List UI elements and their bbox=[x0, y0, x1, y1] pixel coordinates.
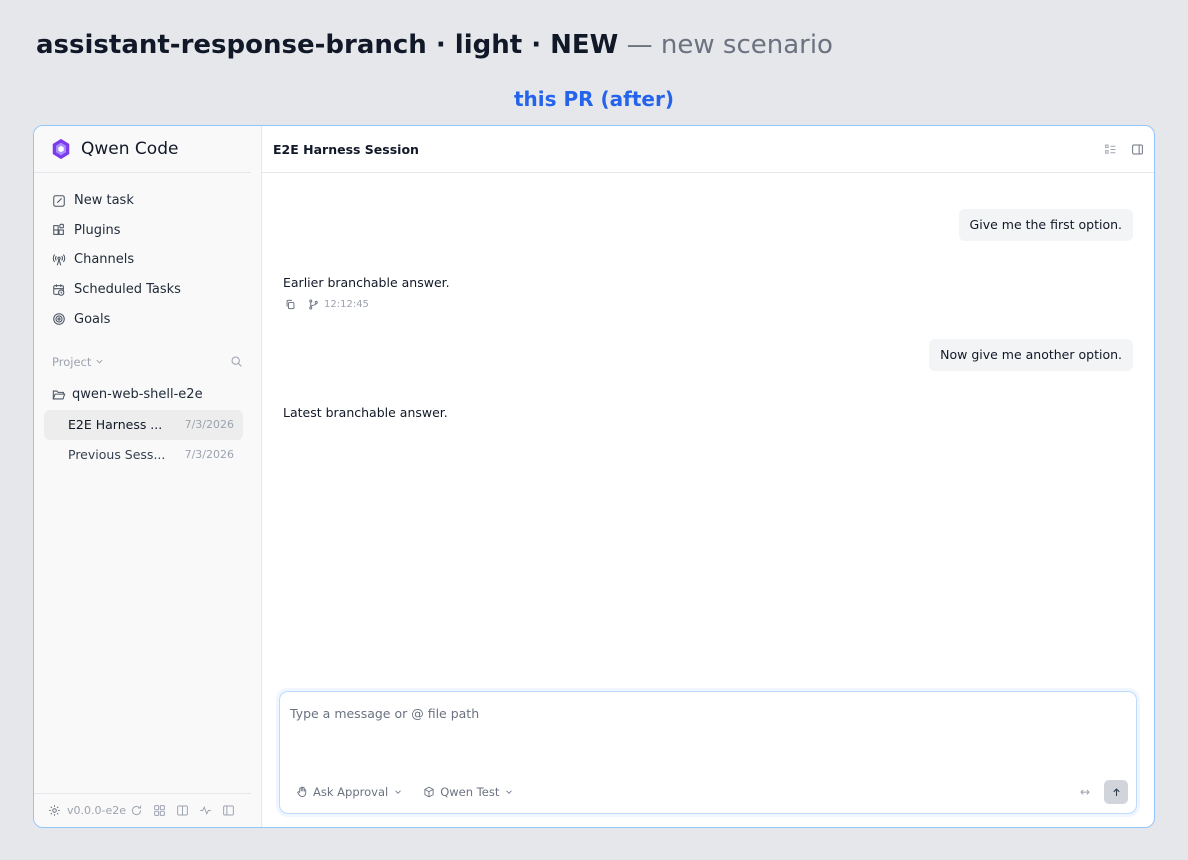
sidebar-item-goals[interactable]: Goals bbox=[34, 304, 261, 334]
hand-icon bbox=[297, 786, 307, 797]
chevron-down-icon bbox=[506, 790, 513, 794]
chat-header: E2E Harness Session bbox=[262, 126, 1154, 173]
chat-panel: E2E Harness Session Give me the first op… bbox=[262, 126, 1154, 827]
session-date: 7/3/2026 bbox=[184, 448, 234, 462]
target-icon bbox=[53, 313, 65, 325]
message-input[interactable] bbox=[290, 706, 1061, 746]
chevron-down-icon bbox=[395, 790, 401, 794]
session-date: 7/3/2026 bbox=[184, 418, 234, 432]
scenario-title: assistant-response-branch · light · NEW bbox=[36, 30, 619, 60]
message-composer: Ask Approval Qwen Test bbox=[279, 691, 1137, 814]
edit-icon bbox=[53, 195, 65, 207]
broadcast-icon bbox=[52, 254, 66, 266]
sidebar: Qwen Code New task Plugins Channels Sche… bbox=[34, 126, 262, 827]
user-message: Give me the first option. bbox=[958, 209, 1133, 241]
variant-label: this PR (after) bbox=[513, 87, 674, 111]
message-timestamp: 12:12:45 bbox=[324, 299, 369, 310]
folder-open-icon bbox=[52, 390, 66, 400]
approval-mode-dropdown[interactable]: Ask Approval bbox=[296, 785, 403, 799]
page-heading: assistant-response-branch · light · NEW … bbox=[36, 30, 833, 60]
project-section-header: Project bbox=[34, 348, 261, 376]
activity-icon bbox=[200, 806, 211, 815]
cube-icon bbox=[424, 786, 434, 798]
update-button[interactable] bbox=[130, 804, 143, 817]
copy-button[interactable] bbox=[285, 299, 296, 310]
project-folder[interactable]: qwen-web-shell-e2e bbox=[34, 380, 261, 410]
collapse-sidebar-button[interactable] bbox=[222, 804, 235, 817]
outline-button[interactable] bbox=[1104, 143, 1117, 156]
sidebar-item-label: Scheduled Tasks bbox=[74, 282, 181, 298]
columns-icon bbox=[177, 805, 188, 816]
sidebar-nav: New task Plugins Channels Scheduled Task… bbox=[34, 173, 261, 334]
chevron-down-icon bbox=[96, 360, 103, 364]
calendar-clock-icon bbox=[53, 283, 65, 296]
app-window: Qwen Code New task Plugins Channels Sche… bbox=[33, 125, 1155, 828]
panel-right-icon bbox=[1132, 144, 1143, 154]
sidebar-item-new-task[interactable]: New task bbox=[34, 186, 261, 216]
copy-icon bbox=[286, 299, 295, 310]
header-tools bbox=[1090, 143, 1144, 156]
assistant-message-actions: 12:12:45 bbox=[285, 299, 369, 310]
qwen-logo-icon bbox=[52, 138, 70, 160]
branch-icon bbox=[309, 299, 318, 310]
plugins-icon bbox=[53, 224, 64, 236]
assistant-message: Earlier branchable answer. bbox=[283, 275, 450, 290]
model-label: Qwen Test bbox=[440, 785, 500, 799]
sidebar-item-label: Plugins bbox=[74, 222, 121, 238]
toggle-panel-button[interactable] bbox=[1131, 143, 1144, 156]
assistant-message: Latest branchable answer. bbox=[283, 405, 448, 420]
layout-button[interactable] bbox=[176, 804, 189, 817]
sidebar-footer: v0.0.0-e2e bbox=[34, 793, 251, 827]
sidebar-item-label: New task bbox=[74, 193, 134, 209]
app-name: Qwen Code bbox=[81, 139, 179, 159]
model-dropdown[interactable]: Qwen Test bbox=[423, 785, 514, 799]
branch-button[interactable] bbox=[308, 299, 319, 310]
list-icon bbox=[1105, 144, 1116, 154]
sidebar-item-channels[interactable]: Channels bbox=[34, 245, 261, 275]
grid-icon bbox=[154, 805, 165, 816]
approval-mode-label: Ask Approval bbox=[313, 785, 389, 799]
session-item-active[interactable]: E2E Harness ... 7/3/2026 bbox=[44, 409, 243, 440]
composer-toolbar: Ask Approval Qwen Test ↔ bbox=[296, 780, 1128, 804]
sidebar-item-label: Goals bbox=[74, 311, 111, 327]
sidebar-item-plugins[interactable]: Plugins bbox=[34, 216, 261, 246]
session-title-header: E2E Harness Session bbox=[273, 141, 419, 157]
apps-button[interactable] bbox=[153, 804, 166, 817]
session-title: Previous Sess... bbox=[68, 447, 166, 463]
composer-chips: Ask Approval Qwen Test bbox=[296, 785, 534, 799]
settings-button[interactable] bbox=[48, 804, 61, 817]
scenario-suffix: — new scenario bbox=[626, 30, 833, 60]
send-button[interactable] bbox=[1104, 780, 1128, 804]
expand-composer-button[interactable]: ↔ bbox=[1080, 785, 1090, 799]
session-title: E2E Harness ... bbox=[68, 417, 163, 433]
composer-actions: ↔ bbox=[1080, 780, 1128, 804]
version-label: v0.0.0-e2e bbox=[67, 804, 127, 817]
folder-name: qwen-web-shell-e2e bbox=[72, 387, 203, 403]
activity-button[interactable] bbox=[199, 804, 212, 817]
user-message: Now give me another option. bbox=[929, 339, 1133, 371]
sidebar-item-label: Channels bbox=[74, 252, 135, 268]
search-icon[interactable] bbox=[230, 355, 243, 368]
sidebar-item-scheduled-tasks[interactable]: Scheduled Tasks bbox=[34, 275, 261, 305]
gear-icon bbox=[49, 805, 60, 816]
refresh-icon bbox=[131, 805, 142, 816]
sidebar-toggle-icon bbox=[223, 805, 234, 816]
arrow-up-icon bbox=[1112, 787, 1120, 796]
session-item[interactable]: Previous Sess... 7/3/2026 bbox=[44, 440, 243, 470]
project-dropdown[interactable]: Project bbox=[52, 355, 105, 369]
brand: Qwen Code bbox=[34, 126, 251, 173]
project-label: Project bbox=[52, 354, 92, 369]
